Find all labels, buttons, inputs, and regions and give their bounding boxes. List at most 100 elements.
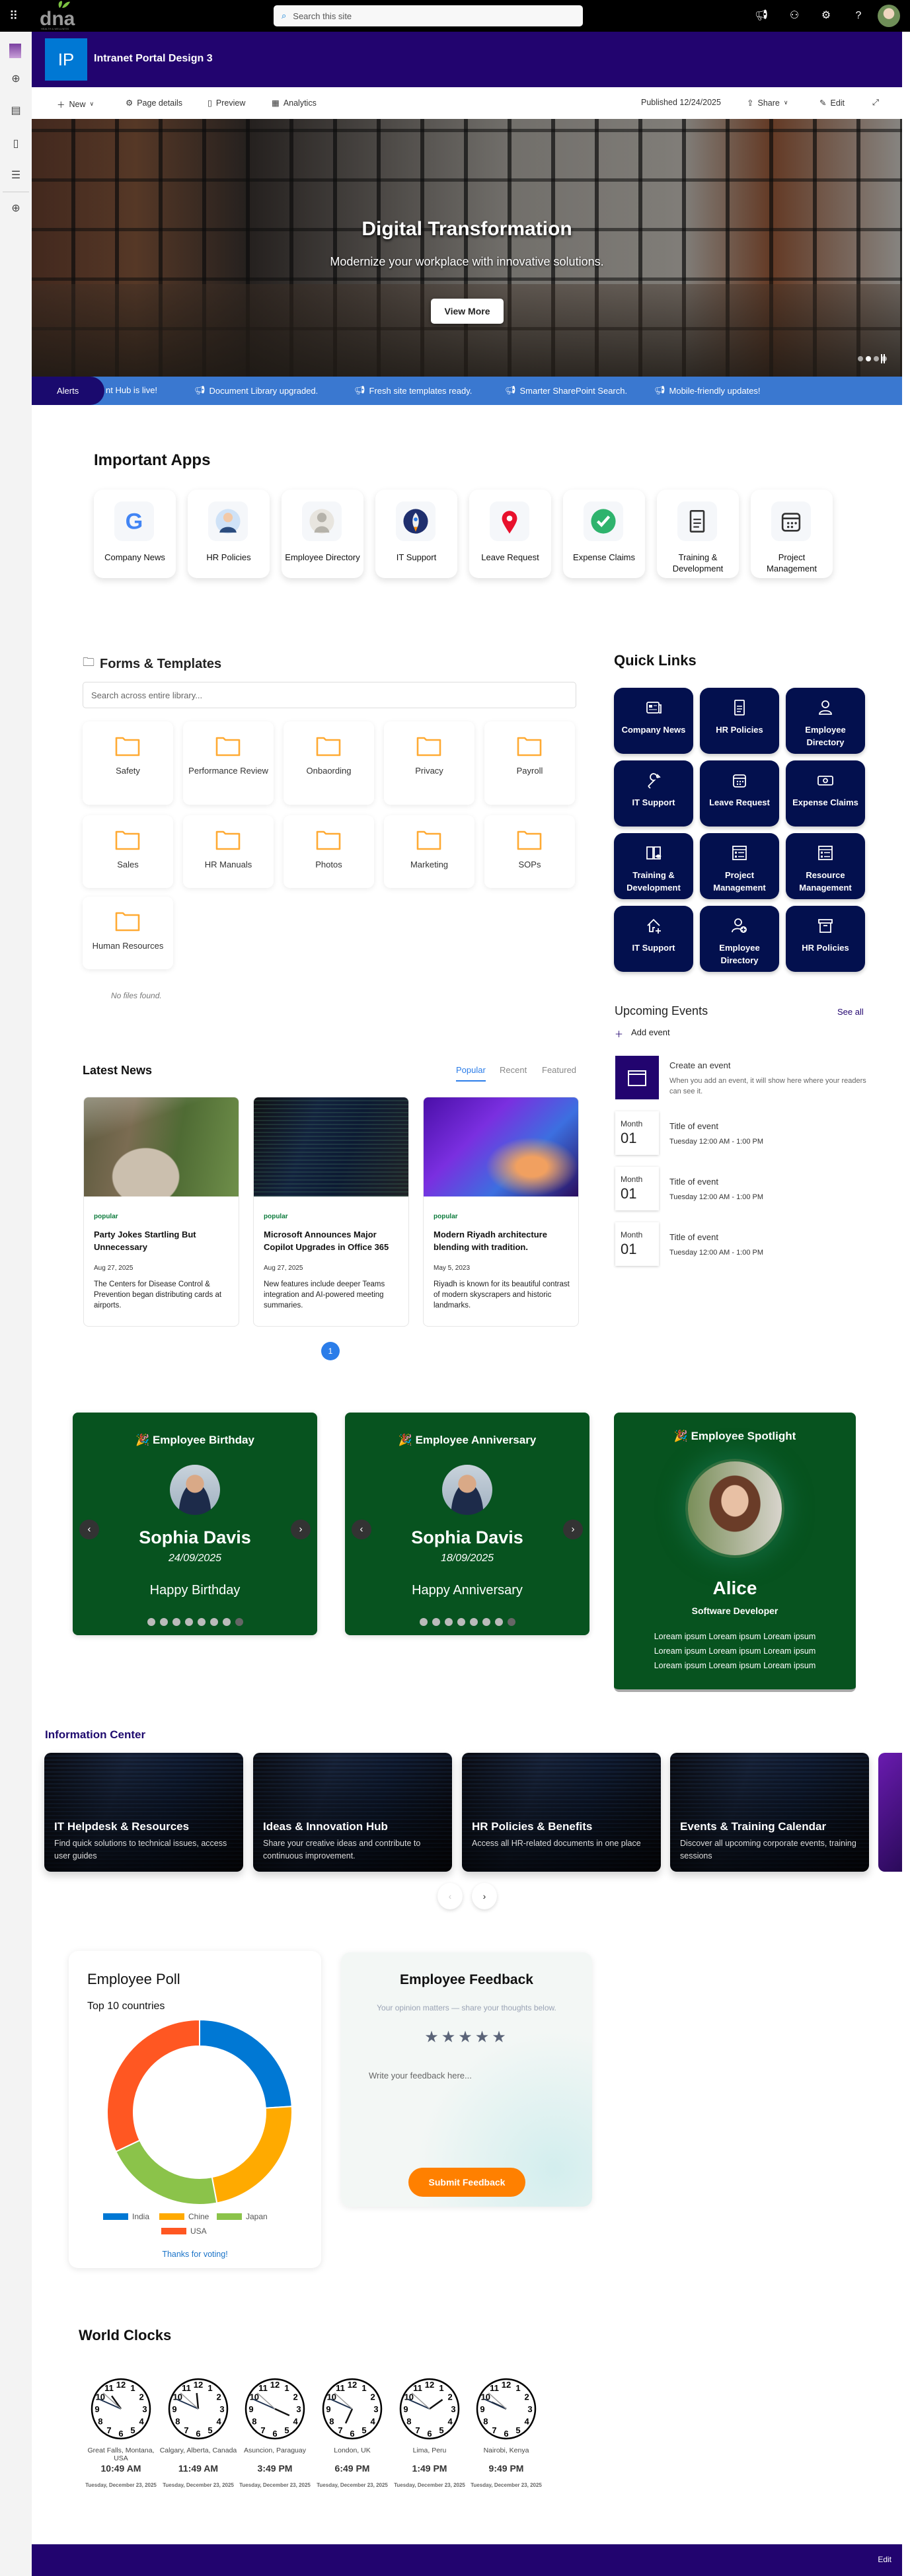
alert-item[interactable]: 📢︎ Fresh site templates ready. bbox=[354, 385, 472, 396]
add-circle-icon[interactable]: ⊕ bbox=[9, 202, 22, 215]
news-thumbnail[interactable] bbox=[424, 1097, 578, 1196]
share-button[interactable]: ⇪ Share ∨ bbox=[747, 98, 788, 108]
carousel-dot-7[interactable] bbox=[222, 1618, 231, 1626]
user-avatar[interactable] bbox=[878, 5, 900, 27]
carousel-dot-7[interactable] bbox=[494, 1618, 503, 1626]
prev-arrow-icon[interactable]: ‹ bbox=[352, 1520, 371, 1539]
star-2-icon[interactable]: ★ bbox=[441, 2028, 459, 2046]
submit-feedback-button[interactable]: Submit Feedback bbox=[408, 2168, 525, 2197]
app-employee-directory[interactable]: Employee Directory bbox=[282, 490, 363, 578]
quick-link-it-support[interactable]: IT Support bbox=[614, 906, 693, 972]
donut-slice-india[interactable] bbox=[199, 2018, 293, 2109]
folder-marketing[interactable]: Marketing bbox=[384, 815, 474, 888]
app-leave-request[interactable]: Leave Request bbox=[469, 490, 551, 578]
tab-featured[interactable]: Featured bbox=[542, 1065, 576, 1075]
site-thumbnail-icon[interactable] bbox=[9, 44, 21, 58]
info-card-partial[interactable] bbox=[878, 1753, 902, 1872]
new-button[interactable]: ＋ New ∨ bbox=[57, 98, 94, 110]
list-icon[interactable]: ☰ bbox=[9, 169, 22, 182]
alert-item[interactable]: 📢︎ Mobile-friendly updates! bbox=[654, 385, 761, 396]
prev-arrow-button[interactable]: ‹ bbox=[437, 1883, 463, 1909]
carousel-dot-4[interactable] bbox=[184, 1618, 193, 1626]
quick-link-hr-policies[interactable]: HR Policies bbox=[786, 906, 865, 972]
folder-sops[interactable]: SOPs bbox=[484, 815, 575, 888]
star-3-icon[interactable]: ★ bbox=[458, 2028, 475, 2046]
info-card-hr-policies-benefits[interactable]: HR Policies & Benefits Access all HR-rel… bbox=[462, 1753, 661, 1872]
quick-link-it-support[interactable]: IT Support bbox=[614, 760, 693, 827]
carousel-dot-1[interactable] bbox=[419, 1618, 428, 1626]
quick-link-resource-management[interactable]: Resource Management bbox=[786, 833, 865, 899]
gear-icon[interactable]: ⚙ bbox=[819, 9, 833, 22]
info-card-it-helpdesk-resources[interactable]: IT Helpdesk & Resources Find quick solut… bbox=[44, 1753, 243, 1872]
site-title[interactable]: Intranet Portal Design 3 bbox=[94, 53, 213, 65]
alert-item[interactable]: nt Hub is live! bbox=[106, 385, 157, 395]
app-training-development[interactable]: Training & Development bbox=[657, 490, 739, 578]
see-all-link[interactable]: See all bbox=[837, 1007, 864, 1017]
event-date-box[interactable]: Month 01 bbox=[615, 1111, 659, 1155]
app-project-management[interactable]: Project Management bbox=[751, 490, 833, 578]
app-hr-policies[interactable]: HR Policies bbox=[188, 490, 270, 578]
news-card[interactable]: popular Microsoft Announces Major Copilo… bbox=[253, 1097, 409, 1327]
app-expense-claims[interactable]: Expense Claims bbox=[563, 490, 645, 578]
megaphone-icon[interactable]: 📢︎ bbox=[755, 9, 768, 22]
hero-dot-2[interactable] bbox=[866, 356, 871, 361]
folder-privacy[interactable]: Privacy bbox=[384, 721, 474, 805]
app-company-news[interactable]: G Company News bbox=[94, 490, 176, 578]
feedback-textarea[interactable]: Write your feedback here... bbox=[359, 2061, 576, 2160]
next-arrow-icon[interactable]: › bbox=[563, 1520, 583, 1539]
analytics-button[interactable]: ▦ Analytics bbox=[272, 98, 317, 108]
library-search-input[interactable]: Search across entire library... bbox=[83, 682, 576, 708]
event-title[interactable]: Title of event bbox=[669, 1232, 718, 1242]
globe-icon[interactable]: ⊕ bbox=[9, 73, 22, 86]
app-it-support[interactable]: IT Support bbox=[375, 490, 457, 578]
news-thumbnail[interactable] bbox=[254, 1097, 408, 1196]
news-title[interactable]: Party Jokes Startling But Unnecessary bbox=[94, 1228, 232, 1253]
hero-dot-3[interactable] bbox=[874, 356, 879, 361]
carousel-dot-8[interactable] bbox=[235, 1618, 243, 1626]
quick-link-leave-request[interactable]: Leave Request bbox=[700, 760, 779, 827]
news-title[interactable]: Modern Riyadh architecture blending with… bbox=[434, 1228, 572, 1253]
create-event-title[interactable]: Create an event bbox=[669, 1060, 731, 1070]
company-logo[interactable]: dna HEALTH & WELLNESS bbox=[37, 0, 83, 30]
quick-link-hr-policies[interactable]: HR Policies bbox=[700, 688, 779, 754]
donut-slice-chine[interactable] bbox=[211, 2106, 293, 2204]
star-1-icon[interactable]: ★ bbox=[424, 2028, 441, 2046]
info-card-events-training-calendar[interactable]: Events & Training Calendar Discover all … bbox=[670, 1753, 869, 1872]
event-title[interactable]: Title of event bbox=[669, 1177, 718, 1187]
donut-slice-japan[interactable] bbox=[114, 2139, 218, 2205]
news-icon[interactable]: ▤ bbox=[9, 104, 22, 118]
carousel-dot-8[interactable] bbox=[507, 1618, 515, 1626]
carousel-dot-2[interactable] bbox=[159, 1618, 168, 1626]
news-thumbnail[interactable] bbox=[84, 1097, 239, 1196]
quick-link-project-management[interactable]: Project Management bbox=[700, 833, 779, 899]
tab-popular[interactable]: Popular bbox=[456, 1065, 486, 1082]
alert-item[interactable]: 📢︎ Document Library upgraded. bbox=[194, 385, 318, 396]
alert-item[interactable]: 📢︎ Smarter SharePoint Search. bbox=[505, 385, 627, 396]
event-date-box[interactable]: Month 01 bbox=[615, 1222, 659, 1266]
folder-safety[interactable]: Safety bbox=[83, 721, 173, 805]
create-event-tile[interactable] bbox=[615, 1056, 659, 1099]
folder-onbaording[interactable]: Onbaording bbox=[284, 721, 374, 805]
folder-performance-review[interactable]: Performance Review bbox=[183, 721, 274, 805]
quick-link-employee-directory[interactable]: Employee Directory bbox=[700, 906, 779, 972]
help-icon[interactable]: ? bbox=[852, 9, 865, 22]
view-more-button[interactable]: View More bbox=[431, 299, 504, 324]
news-card[interactable]: popular Modern Riyadh architecture blend… bbox=[423, 1097, 579, 1327]
site-logo-tile[interactable]: IP bbox=[45, 38, 87, 81]
info-card-ideas-innovation-hub[interactable]: Ideas & Innovation Hub Share your creati… bbox=[253, 1753, 452, 1872]
app-launcher-icon[interactable]: ⠿ bbox=[9, 9, 22, 22]
hero-dot-1[interactable] bbox=[858, 356, 863, 361]
page-1-button[interactable]: 1 bbox=[321, 1342, 340, 1360]
file-icon[interactable]: ▯ bbox=[9, 137, 22, 151]
donut-slice-usa[interactable] bbox=[106, 2018, 200, 2153]
folder-payroll[interactable]: Payroll bbox=[484, 721, 575, 805]
star-4-icon[interactable]: ★ bbox=[475, 2028, 492, 2046]
prev-arrow-icon[interactable]: ‹ bbox=[79, 1520, 99, 1539]
expand-icon[interactable]: ⤢ bbox=[872, 98, 879, 108]
tab-recent[interactable]: Recent bbox=[500, 1065, 527, 1075]
news-card[interactable]: popular Party Jokes Startling But Unnece… bbox=[83, 1097, 239, 1327]
news-title[interactable]: Microsoft Announces Major Copilot Upgrad… bbox=[264, 1228, 402, 1253]
page-details-button[interactable]: ⚙ Page details bbox=[126, 98, 182, 108]
next-arrow-button[interactable]: › bbox=[472, 1883, 497, 1909]
pause-icon[interactable] bbox=[881, 354, 885, 363]
